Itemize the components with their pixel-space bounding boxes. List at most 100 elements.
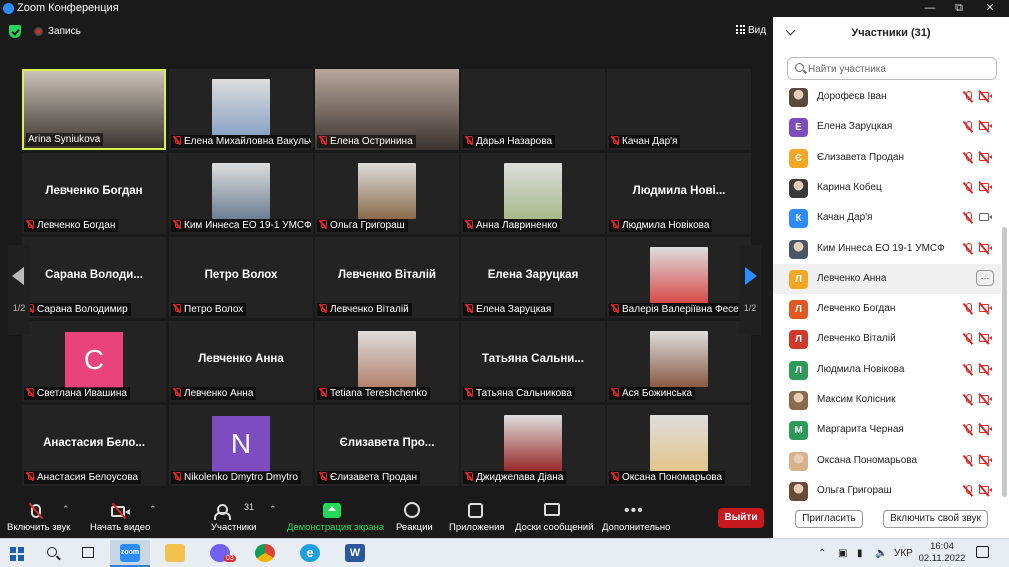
muted-mic-icon [963,394,973,406]
view-button[interactable]: Вид [736,25,766,36]
task-view-icon[interactable] [82,547,94,558]
search-icon [795,63,804,72]
participant-tile[interactable]: Tetiana Tereshchenko [315,321,459,402]
next-page-button[interactable]: 1/2 [739,245,761,335]
participant-tile[interactable]: N Nikolenko Dmytro Dmytro [169,405,313,486]
participant-name: Людмила Новікова [622,220,710,231]
security-shield-icon[interactable] [9,25,21,38]
prev-page-button[interactable]: 1/2 [8,245,30,335]
participant-row[interactable]: Дорофеєв Іван [773,82,1001,112]
participant-display-name: Левченко Богдан [45,185,143,197]
taskbar-viber[interactable]: 03 [200,540,240,567]
participant-row[interactable]: Л Людмила Новікова [773,355,1001,385]
participant-tile[interactable]: Джиджелава Діана [461,405,605,486]
participant-name-caption: Левченко Анна [171,387,257,400]
taskbar-clock[interactable]: 16:04 02.11.2022 [917,541,967,565]
participant-name-caption: Валерія Валеріївна Фесенко [609,303,749,316]
participant-tile[interactable]: Ася Божинська [607,321,751,402]
volume-icon[interactable]: 🔈 [875,548,887,559]
participant-name: Светлана Ивашина [37,388,127,399]
participant-tile[interactable]: Елена Заруцкая Елена Заруцкая [461,237,605,318]
participant-row[interactable]: Ольга Григораш [773,476,1001,502]
participant-name-caption: Левченко Богдан [24,219,119,232]
participants-options-chevron-icon[interactable]: ⌃ [269,504,277,515]
taskbar-chrome[interactable] [245,540,285,567]
participant-tile[interactable]: Левченко Богдан Левченко Богдан [22,153,166,234]
participant-photo [358,331,416,387]
participant-tile[interactable]: Валерія Валеріївна Фесенко [607,237,751,318]
participant-tile[interactable]: Ким Иннеса ЕО 19-1 УМСФ [169,153,313,234]
taskbar-zoom[interactable]: zoom [110,540,150,567]
participant-tile[interactable]: Елена Остринина [315,69,459,150]
participant-name-caption: Людмила Новікова [609,219,713,232]
participant-tile[interactable]: Левченко Віталій Левченко Віталій [315,237,459,318]
audio-options-chevron-icon[interactable]: ⌃ [62,504,70,515]
participant-tile[interactable]: Arina Syniukova [22,69,166,150]
notifications-icon[interactable] [976,546,989,558]
participant-tile[interactable]: Єлизавета Про... Єлизавета Продан [315,405,459,486]
zoom-logo-icon [3,3,14,14]
participant-row[interactable]: Оксана Пономарьова [773,446,1001,476]
restore-icon[interactable]: ⧉ [944,1,974,16]
grid-icon [736,25,745,34]
camera-off-icon [979,152,992,161]
participant-tile[interactable]: Анна Лавриненко [461,153,605,234]
participant-row[interactable]: Л Левченко Віталій [773,324,1001,354]
network-icon[interactable]: ▣ [838,548,847,559]
scrollbar-thumb[interactable] [1002,227,1007,497]
participant-tile[interactable]: Людмила Нові... Людмила Новікова [607,153,751,234]
participant-name: Левченко Богдан [817,303,896,315]
apps-icon [468,503,483,518]
participant-search-input[interactable] [808,61,993,77]
participant-row[interactable]: Карина Кобец [773,173,1001,203]
panel-title: Участники (31) [851,27,931,39]
battery-icon[interactable]: ▮ [857,548,863,559]
record-label[interactable]: Запись [48,26,81,37]
tray-expand-icon[interactable]: ⌃ [818,548,826,559]
participant-row[interactable]: Ким Иннеса ЕО 19-1 УМСФ [773,234,1001,264]
participant-tile[interactable]: Ольга Григораш [315,153,459,234]
participant-row[interactable]: Максим Колісник [773,385,1001,415]
leave-button[interactable]: Выйти [718,508,764,528]
participant-row[interactable]: Л Левченко Анна… [773,263,1001,294]
participant-more-icon[interactable]: … [976,269,994,286]
participant-tile[interactable]: Сарана Володи... Сарана Володимир [22,237,166,318]
participant-tile[interactable]: Елена Михайловна Вакульч... [169,69,313,150]
participant-tile[interactable]: Анастасия Бело... Анастасия Белоусова [22,405,166,486]
taskbar-search-icon[interactable] [47,547,57,557]
participant-name-caption: Анастасия Белоусова [24,471,142,484]
video-options-chevron-icon[interactable]: ⌃ [149,504,157,515]
participant-row[interactable]: К Качан Дар'я [773,203,1001,233]
taskbar-word[interactable]: W [335,540,375,567]
participant-tile[interactable]: Левченко Анна Левченко Анна [169,321,313,402]
participant-tile[interactable]: Петро Волох Петро Волох [169,237,313,318]
participant-tile[interactable]: Татьяна Сальни... Татьяна Сальникова [461,321,605,402]
invite-button[interactable]: Пригласить [795,510,863,528]
taskbar-ie[interactable]: e [290,540,330,567]
participant-tile[interactable]: Качан Дар'я [607,69,751,150]
meeting-area: Запись Вид Arina Syniukova Елена Михайлов… [0,17,773,538]
unmute-self-button[interactable]: Включить свой звук [883,510,988,528]
participant-tile[interactable]: C Светлана Ивашина [22,321,166,402]
participant-name: Анна Лавриненко [476,220,558,231]
participant-name: Валерія Валеріївна Фесенко [622,304,749,315]
participant-tile[interactable]: Оксана Пономарьова [607,405,751,486]
participant-row[interactable]: М Маргарита Черная [773,415,1001,445]
participant-list-scrollbar[interactable] [1002,82,1007,502]
meeting-topbar: Запись Вид [0,17,773,47]
minimize-icon[interactable]: — [915,1,945,16]
muted-mic-icon [465,136,473,145]
participant-row[interactable]: Е Елена Заруцкая [773,112,1001,142]
participant-tile[interactable]: Дарья Назарова [461,69,605,150]
participant-row[interactable]: Є Єлизавета Продан [773,143,1001,173]
taskbar-explorer[interactable] [155,540,195,567]
windows-start-icon[interactable] [10,547,24,561]
internet-explorer-icon: e [300,544,320,562]
participant-name: Єлизавета Продан [817,151,905,163]
participant-row[interactable]: Л Левченко Богдан [773,294,1001,324]
keyboard-language[interactable]: УКР [894,548,913,559]
participant-name: Левченко Анна [184,388,254,399]
muted-mic-icon [963,424,973,436]
close-icon[interactable]: ✕ [975,1,1005,16]
participant-name: Татьяна Сальникова [476,388,572,399]
